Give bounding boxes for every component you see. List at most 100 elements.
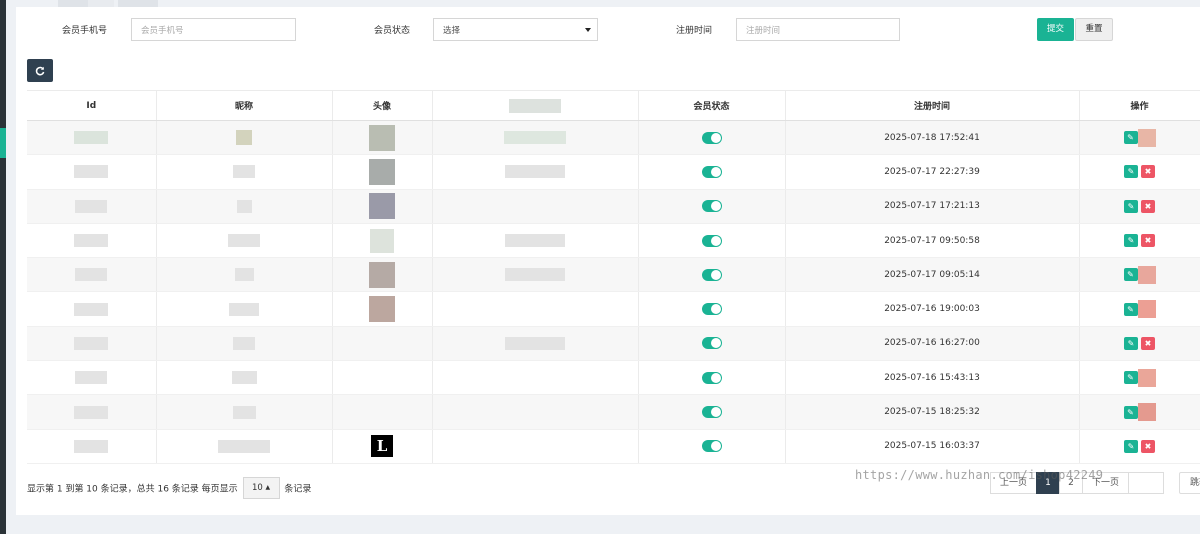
cell-id <box>27 360 157 396</box>
submit-button[interactable]: 提交 <box>1037 18 1074 41</box>
pencil-icon: ✎ <box>1127 270 1134 280</box>
edit-button[interactable]: ✎ <box>1124 336 1138 350</box>
delete-button[interactable]: ✖ <box>1141 199 1155 213</box>
redacted-value <box>505 268 565 282</box>
cell-status <box>638 394 786 430</box>
toggle-knob <box>710 304 721 315</box>
avatar <box>369 261 395 288</box>
edit-button[interactable]: ✎ <box>1123 405 1138 419</box>
page-tab[interactable] <box>118 0 158 7</box>
delete-button[interactable]: ✖ <box>1141 234 1155 248</box>
cell-hidden <box>432 326 639 362</box>
redacted-id <box>74 405 109 419</box>
delete-button[interactable]: ✖ <box>1141 439 1155 453</box>
pencil-icon: ✎ <box>1127 407 1134 417</box>
pagination-info-prefix: 显示第 1 到第 10 条记录，总共 16 条记录 每页显示 <box>27 484 238 495</box>
next-page-button[interactable]: 下一页 <box>1082 472 1129 494</box>
cell-hidden <box>432 223 639 259</box>
cell-id <box>27 257 157 293</box>
toggle-knob <box>710 407 721 418</box>
delete-button[interactable]: ✖ <box>1141 336 1155 350</box>
redacted-id <box>74 336 109 350</box>
edit-button[interactable]: ✎ <box>1124 199 1138 213</box>
status-toggle[interactable] <box>701 406 722 419</box>
column-header-nickname[interactable]: 昵称 <box>156 90 333 121</box>
chevron-down-icon <box>585 28 591 32</box>
cell-id <box>27 189 157 224</box>
cell-status <box>638 154 786 190</box>
column-header-id[interactable]: Id <box>27 90 157 121</box>
cell-regtime: 2025-07-17 09:50:58 <box>785 223 1080 259</box>
delete-button[interactable]: ✖ <box>1141 165 1155 179</box>
redacted-value <box>505 336 565 350</box>
cell-actions: ✎ ✖ <box>1079 189 1200 224</box>
status-toggle[interactable] <box>701 234 722 247</box>
page-size-select[interactable]: 10 ▲ <box>242 477 280 499</box>
page-button-1[interactable]: 1 <box>1036 472 1060 494</box>
cell-id <box>27 394 157 430</box>
edit-button[interactable]: ✎ <box>1124 439 1138 453</box>
cell-avatar <box>332 154 433 190</box>
cell-avatar <box>332 120 433 156</box>
redacted-id <box>74 165 109 179</box>
edit-button[interactable]: ✎ <box>1123 131 1138 145</box>
regtime-input[interactable]: 注册时间 <box>736 18 900 41</box>
pencil-icon: ✎ <box>1127 133 1134 143</box>
toggle-knob <box>710 201 721 212</box>
toggle-knob <box>710 269 721 280</box>
status-toggle[interactable] <box>701 200 722 213</box>
cell-id <box>27 223 157 259</box>
cell-hidden <box>432 154 639 190</box>
page-tab[interactable] <box>58 0 88 7</box>
jump-button[interactable]: 跳转 <box>1179 472 1200 494</box>
column-header-regtime[interactable]: 注册时间 <box>785 90 1080 121</box>
prev-page-button[interactable]: 上一页 <box>990 472 1037 494</box>
status-toggle[interactable] <box>701 268 722 281</box>
toggle-knob <box>710 132 721 143</box>
column-header-status[interactable]: 会员状态 <box>638 90 786 121</box>
status-toggle[interactable] <box>701 165 722 178</box>
cell-actions: ✎ ✖ <box>1079 429 1200 464</box>
cell-status <box>638 189 786 224</box>
trash-icon: ✖ <box>1144 338 1152 348</box>
column-header-hidden[interactable] <box>432 90 639 121</box>
reset-button[interactable]: 重置 <box>1075 18 1113 41</box>
edit-button[interactable]: ✎ <box>1123 371 1138 385</box>
redacted-nickname <box>236 199 252 213</box>
status-toggle[interactable] <box>701 131 722 144</box>
status-toggle[interactable] <box>701 337 722 350</box>
edit-button[interactable]: ✎ <box>1124 234 1138 248</box>
redacted-id <box>74 234 109 248</box>
edit-button[interactable]: ✎ <box>1123 268 1138 282</box>
status-toggle[interactable] <box>701 371 722 384</box>
active-nav-marker <box>0 128 6 158</box>
avatar: L <box>371 435 393 458</box>
redacted-nickname <box>231 371 257 385</box>
cell-status <box>638 120 786 156</box>
table-row: 2025-07-17 22:27:39 ✎ ✖ <box>27 154 1200 190</box>
jump-page-input[interactable] <box>1128 472 1164 494</box>
cell-hidden <box>432 189 639 224</box>
redacted-nickname <box>236 130 252 146</box>
status-select[interactable]: 选择 <box>433 18 598 41</box>
avatar <box>369 124 395 151</box>
column-header-actions[interactable]: 操作 <box>1079 90 1200 121</box>
phone-input[interactable]: 会员手机号 <box>131 18 296 41</box>
cell-actions: ✎ <box>1079 120 1200 156</box>
pagination-info: 显示第 1 到第 10 条记录，总共 16 条记录 每页显示 10 ▲ 条记录 <box>27 477 311 499</box>
status-toggle[interactable] <box>701 303 722 316</box>
cell-id <box>27 291 157 327</box>
cell-status <box>638 429 786 464</box>
cell-regtime: 2025-07-18 17:52:41 <box>785 120 1080 156</box>
edit-button[interactable]: ✎ <box>1124 165 1138 179</box>
edit-button[interactable]: ✎ <box>1123 302 1138 316</box>
cell-nickname <box>156 257 333 293</box>
page-tab[interactable] <box>88 0 114 7</box>
refresh-button[interactable] <box>27 59 53 82</box>
members-table: Id 昵称 头像 会员状态 注册时间 操作 2025-07-18 17:52:4… <box>27 90 1200 464</box>
redacted-value <box>505 234 565 248</box>
status-toggle[interactable] <box>701 440 722 453</box>
cell-status <box>638 326 786 362</box>
column-header-avatar[interactable]: 头像 <box>332 90 433 121</box>
page-button-2[interactable]: 2 <box>1059 472 1083 494</box>
